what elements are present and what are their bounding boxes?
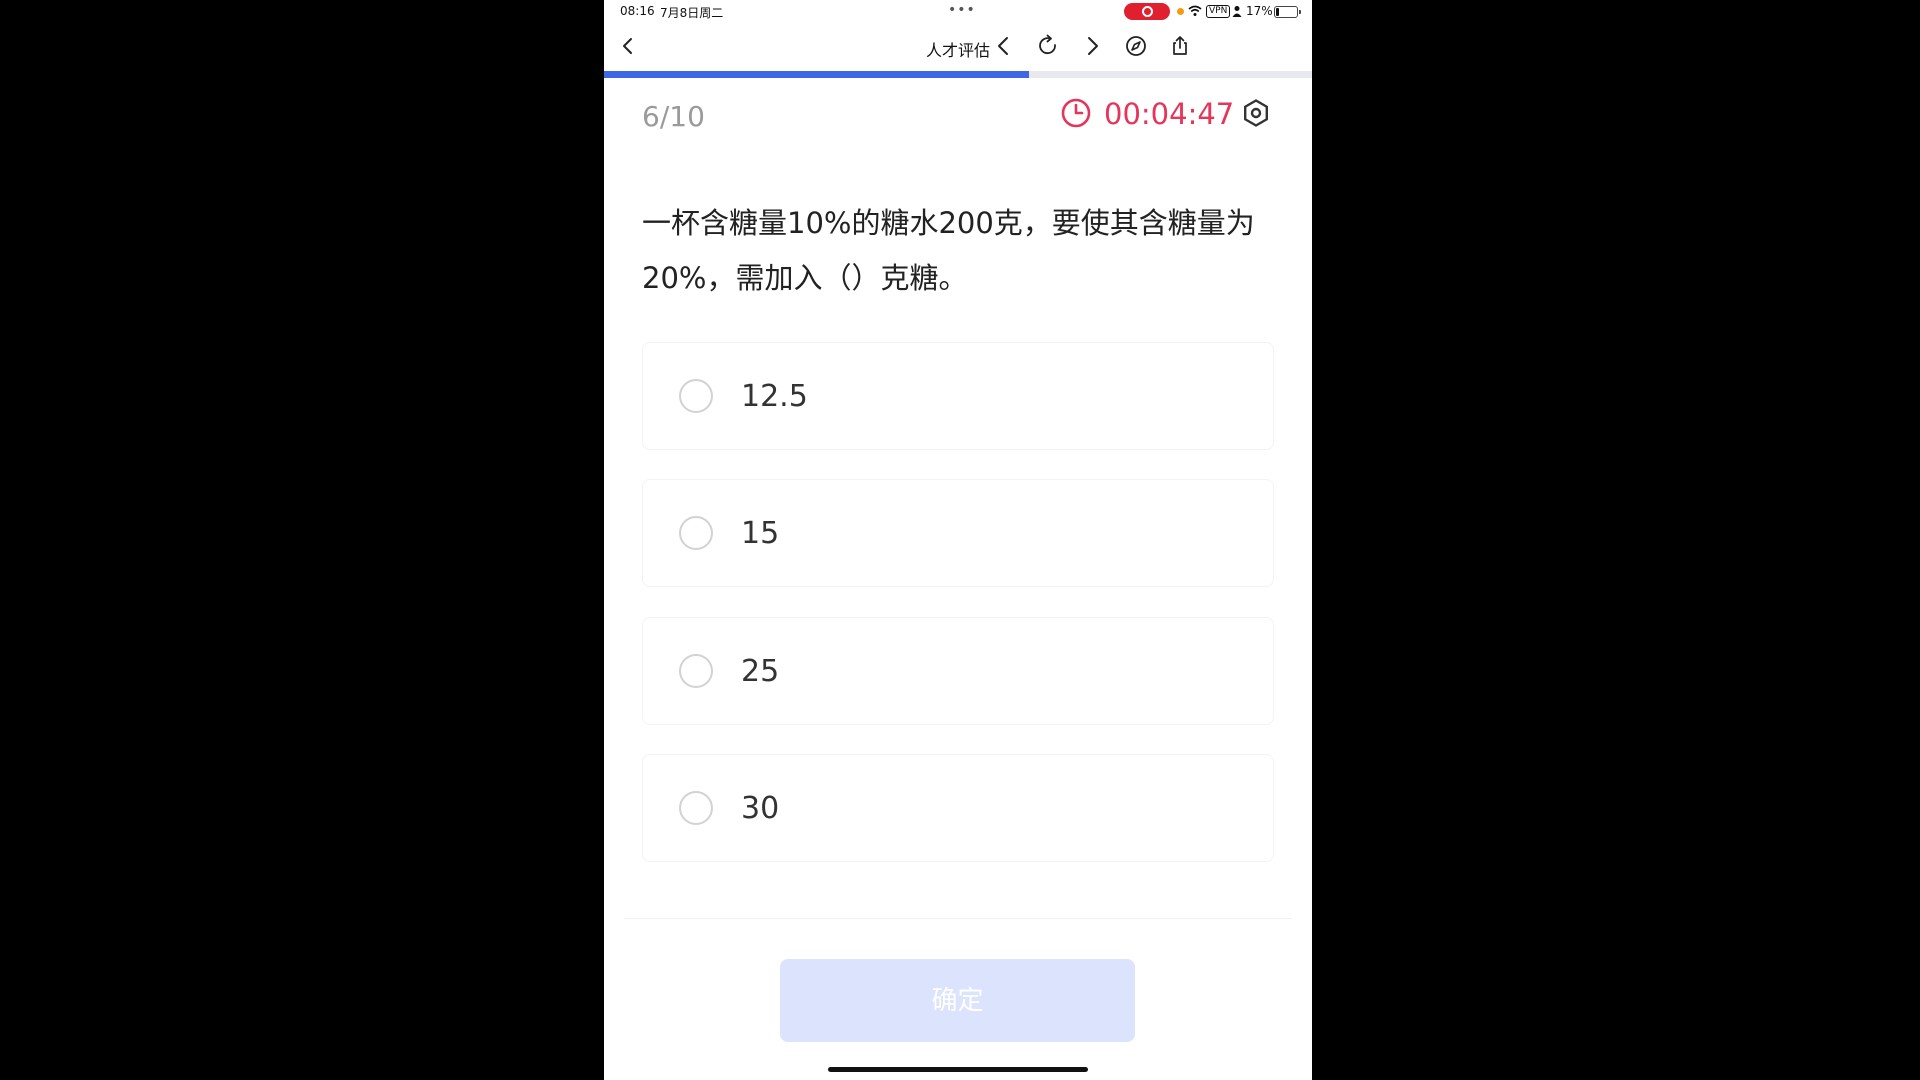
chevron-left-icon[interactable] — [990, 32, 1018, 60]
progress-bar — [604, 71, 1312, 78]
clock-icon — [1061, 98, 1091, 128]
multitask-dots[interactable]: ••• — [948, 2, 976, 18]
option-d[interactable]: 30 — [642, 754, 1274, 862]
home-indicator[interactable] — [828, 1067, 1088, 1072]
mic-indicator-icon — [1177, 8, 1184, 15]
radio-icon[interactable] — [679, 791, 713, 825]
question-counter: 6/10 — [642, 100, 705, 133]
divider — [624, 918, 1292, 919]
option-label: 25 — [741, 654, 780, 689]
option-label: 15 — [741, 516, 780, 551]
vpn-badge: VPN — [1206, 5, 1231, 18]
option-label: 12.5 — [741, 379, 808, 414]
wifi-icon — [1188, 5, 1202, 16]
compass-icon[interactable] — [1122, 32, 1150, 60]
confirm-button[interactable]: 确定 — [780, 959, 1135, 1042]
battery-cap — [1299, 10, 1301, 14]
chevron-right-icon[interactable] — [1078, 32, 1106, 60]
question-text: 一杯含糖量10%的糖水200克，要使其含糖量为20%，需加入（）克糖。 — [642, 206, 1255, 295]
nav-bar: 人才评估 — [604, 24, 1312, 70]
radio-icon[interactable] — [679, 516, 713, 550]
option-a[interactable]: 12.5 — [642, 342, 1274, 450]
battery-fill — [1276, 8, 1279, 16]
share-icon[interactable] — [1166, 32, 1194, 60]
battery-icon — [1274, 6, 1301, 18]
person-icon — [1232, 6, 1242, 17]
option-c[interactable]: 25 — [642, 617, 1274, 725]
refresh-icon[interactable] — [1034, 32, 1062, 60]
settings-icon[interactable] — [1240, 97, 1272, 129]
screen-recording-icon[interactable] — [1124, 3, 1170, 20]
option-b[interactable]: 15 — [642, 479, 1274, 587]
page-title: 人才评估 — [925, 41, 990, 60]
status-bar: 08:16 7月8日周二 ••• VPN 17% — [604, 0, 1312, 24]
radio-icon[interactable] — [679, 654, 713, 688]
status-date: 7月8日周二 — [660, 6, 724, 20]
option-label: 30 — [741, 791, 780, 826]
status-time: 08:16 — [620, 4, 655, 18]
battery-percent: 17% — [1246, 4, 1273, 18]
radio-icon[interactable] — [679, 379, 713, 413]
app-screen: 08:16 7月8日周二 ••• VPN 17% 人才评估 6/10 00:04… — [604, 0, 1312, 1080]
progress-fill — [604, 71, 1029, 78]
countdown-timer: 00:04:47 — [1104, 97, 1235, 131]
